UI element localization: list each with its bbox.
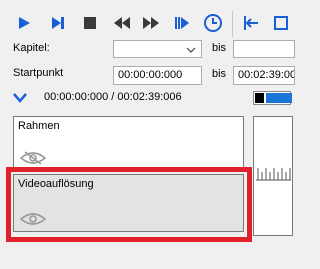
play-button[interactable]	[14, 13, 34, 33]
panel-title: Videoauflösung	[18, 178, 94, 190]
eye-icon[interactable]	[19, 211, 47, 227]
fast-forward-icon	[143, 17, 159, 29]
eye-icon[interactable]	[19, 150, 47, 166]
timeline-range-bar	[266, 93, 292, 103]
startpoint-end-field[interactable]: 00:02:39:006	[233, 66, 295, 85]
clock-button[interactable]	[203, 13, 223, 33]
panel-title: Rahmen	[18, 120, 60, 132]
startpoint-bis-label: bis	[212, 68, 227, 80]
rewind-button[interactable]	[112, 13, 132, 33]
chevron-down-icon	[186, 47, 196, 53]
expand-button[interactable]	[12, 92, 28, 104]
set-end-marker-icon	[274, 16, 288, 30]
skip-to-end-icon	[175, 17, 189, 29]
startpoint-start-field[interactable]: 00:00:00:000	[113, 66, 202, 85]
fast-forward-button[interactable]	[141, 13, 161, 33]
chevron-down-icon	[13, 93, 27, 103]
chapter-label: Kapitel:	[13, 42, 50, 54]
chapter-bis-label: bis	[212, 42, 227, 54]
set-start-marker-icon	[244, 16, 258, 30]
toolbar-separator	[232, 11, 233, 37]
stop-button[interactable]	[80, 13, 100, 33]
step-forward-icon	[52, 17, 64, 29]
panel-videoaufloesung[interactable]: Videoauflösung	[13, 174, 244, 232]
position-readout: 00:00:00:000 / 00:02:39:006	[44, 91, 182, 103]
timeline-ruler	[256, 168, 291, 181]
play-icon	[19, 17, 30, 29]
chapter-end-select[interactable]	[233, 40, 295, 58]
startpoint-label: Startpunkt	[13, 67, 64, 79]
rewind-icon	[114, 17, 130, 29]
set-start-marker-button[interactable]	[241, 13, 261, 33]
step-forward-button[interactable]	[48, 13, 68, 33]
panel-rahmen[interactable]: Rahmen	[13, 116, 244, 169]
timeline-scrubber[interactable]	[253, 91, 292, 105]
set-end-marker-button[interactable]	[271, 13, 291, 33]
stop-icon	[84, 17, 96, 29]
skip-to-end-button[interactable]	[172, 13, 192, 33]
clock-icon	[204, 14, 222, 32]
timeline-playhead	[255, 93, 264, 103]
chapter-start-select[interactable]	[113, 40, 202, 58]
